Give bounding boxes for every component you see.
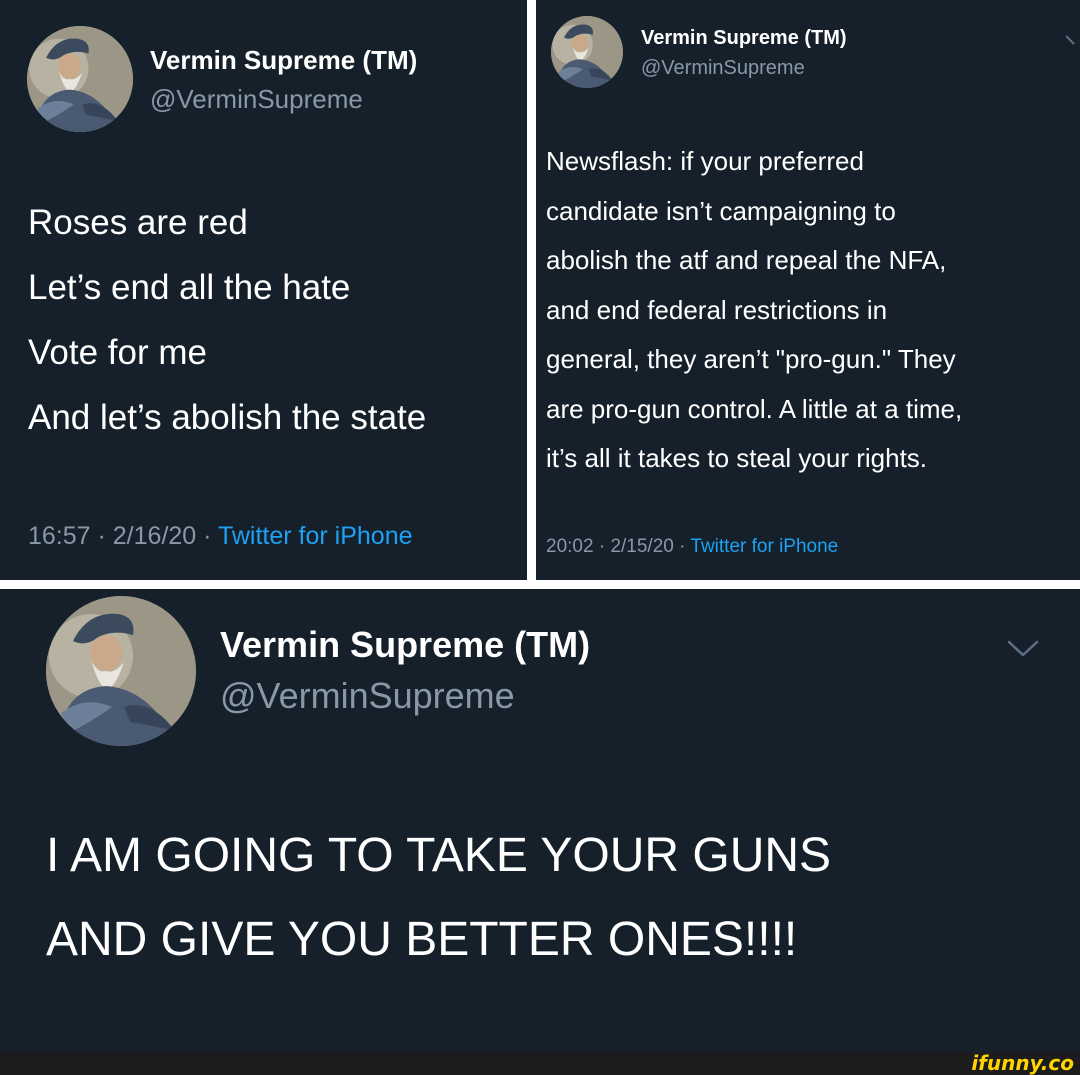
author-handle[interactable]: @VerminSupreme (220, 675, 515, 717)
tweet-text-line: Vote for me (28, 333, 207, 372)
tweet-text-line: general, they aren’t "pro-gun." They (546, 344, 956, 374)
tweet-client-link[interactable]: Twitter for iPhone (690, 536, 838, 557)
author-name[interactable]: Vermin Supreme (TM) (150, 45, 417, 76)
chevron-down-icon[interactable] (1066, 34, 1076, 48)
tweet-text-line: abolish the atf and repeal the NFA, (546, 245, 947, 275)
tweet-text-line: AND GIVE YOU BETTER ONES!!!! (46, 913, 798, 966)
tweet-text-line: Newsflash: if your preferred (546, 146, 864, 176)
tweet-date[interactable]: 2/15/20 (610, 536, 673, 557)
avatar[interactable] (46, 596, 196, 746)
tweet-text-line: and end federal restrictions in (546, 294, 888, 325)
tweet-card-poem: Vermin Supreme (TM) @VerminSupreme Roses… (0, 0, 527, 580)
tweet-time[interactable]: 16:57 (28, 522, 91, 550)
tweet-time[interactable]: 20:02 (546, 536, 594, 557)
tweet-text: Roses are red Let’s end all the hate Vot… (28, 190, 426, 450)
tweet-card-newsflash: Vermin Supreme (TM) @VerminSupreme Newsf… (536, 0, 1080, 580)
ifunny-watermark: ifunny.co (971, 1051, 1074, 1075)
author-handle[interactable]: @VerminSupreme (641, 57, 805, 80)
author-name[interactable]: Vermin Supreme (TM) (220, 624, 590, 666)
tweet-card-guns: Vermin Supreme (TM) @VerminSupreme I AM … (0, 589, 1080, 1075)
author-handle[interactable]: @VerminSupreme (150, 84, 363, 115)
tweet-text-line: And let’s abolish the state (28, 398, 427, 437)
tweet-text-line: candidate isn’t campaigning to (546, 195, 896, 226)
tweet-meta: 20:02 · 2/15/20 · Twitter for iPhone (546, 536, 839, 557)
author-name[interactable]: Vermin Supreme (TM) (641, 27, 847, 50)
tweet-text-line: I AM GOING TO TAKE YOUR GUNS (46, 829, 832, 882)
tweet-text: Newsflash: if your preferred candidate i… (546, 137, 962, 484)
bearded-man-avatar (27, 26, 133, 132)
tweet-client-link[interactable]: Twitter for iPhone (218, 522, 413, 550)
tweet-text-line: it’s all it takes to steal your rights. (546, 443, 928, 473)
bearded-man-avatar (551, 16, 623, 88)
tweet-text-line: Roses are red (28, 203, 248, 242)
watermark-bar: ifunny.co (0, 1052, 1080, 1075)
avatar[interactable] (27, 26, 133, 132)
bearded-man-avatar (46, 596, 196, 746)
tweet-text: I AM GOING TO TAKE YOUR GUNS AND GIVE YO… (46, 814, 831, 982)
tweet-meta: 16:57 · 2/16/20 · Twitter for iPhone (28, 522, 413, 550)
chevron-down-icon[interactable] (1006, 639, 1040, 659)
avatar[interactable] (551, 16, 623, 88)
tweet-text-line: are pro-gun control. A little at a time, (546, 393, 963, 424)
tweet-text-line: Let’s end all the hate (28, 268, 351, 307)
tweet-date[interactable]: 2/16/20 (113, 522, 196, 550)
